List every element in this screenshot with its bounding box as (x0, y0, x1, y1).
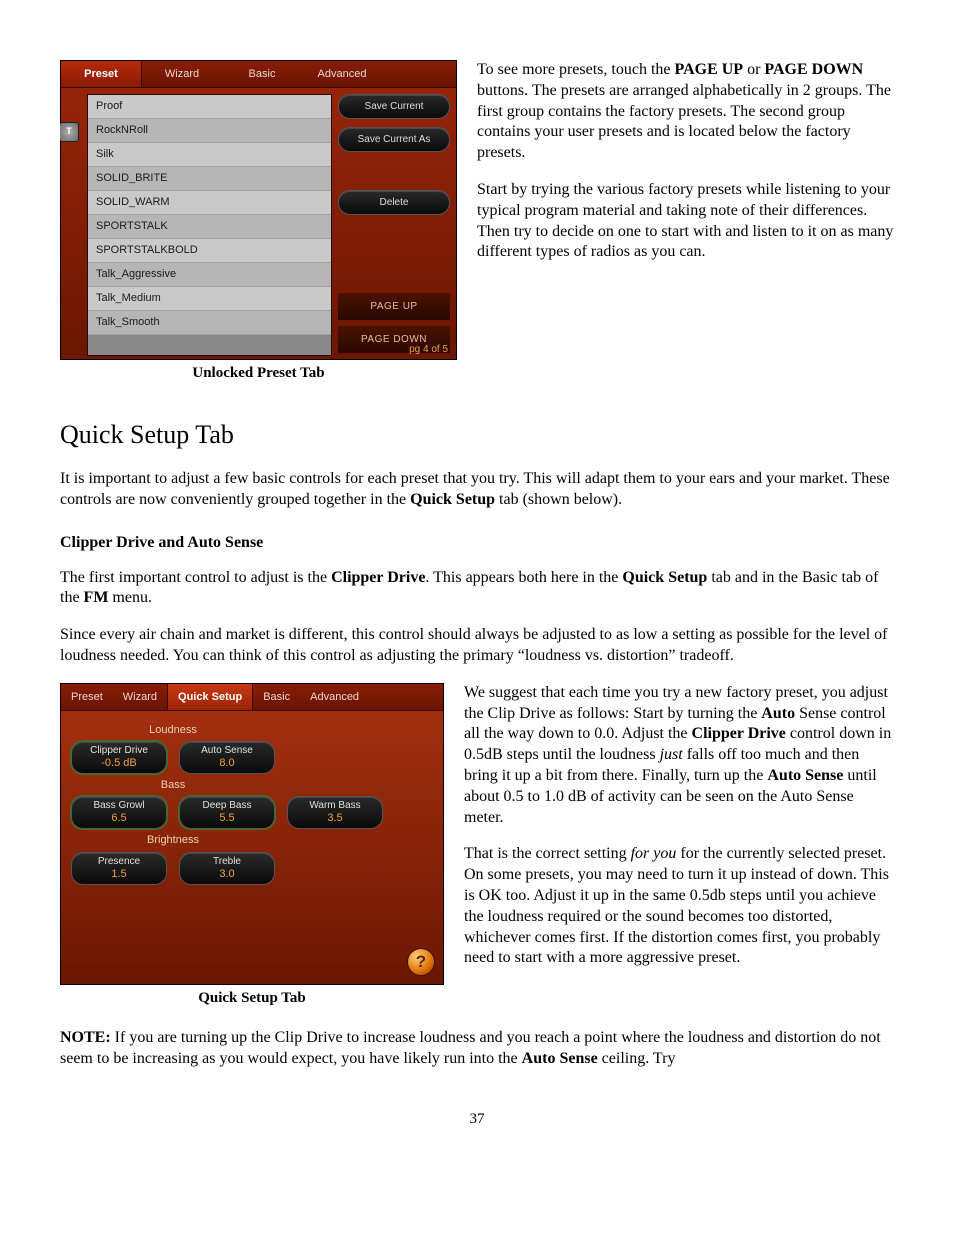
control-value: 8.0 (180, 757, 274, 770)
warm-bass-control[interactable]: Warm Bass 3.5 (287, 796, 383, 829)
page-indicator: pg 4 of 5 (409, 343, 448, 356)
preset-row[interactable]: SOLID_WARM (88, 191, 331, 215)
control-label: Treble (180, 856, 274, 868)
text-bold: Clipper Drive (692, 725, 786, 742)
quick-setup-screenshot-caption: Quick Setup Tab (60, 989, 444, 1009)
preset-tab-screenshot: Preset Wizard Basic Advanced T Proof Roc… (60, 60, 457, 360)
text: The first important control to adjust is… (60, 569, 331, 586)
tab-preset[interactable]: Preset (61, 684, 113, 710)
heading-quick-setup: Quick Setup Tab (60, 418, 894, 452)
preset-row[interactable]: RockNRoll (88, 119, 331, 143)
group-label-brightness: Brightness (71, 833, 275, 847)
control-label: Warm Bass (288, 800, 382, 812)
text: for the currently selected preset. On so… (464, 845, 889, 966)
quick-setup-screenshot-figure: Preset Wizard Quick Setup Basic Advanced… (60, 683, 444, 1009)
text-italic: just (660, 746, 683, 763)
clipper-drive-control[interactable]: Clipper Drive -0.5 dB (71, 741, 167, 774)
preset-row[interactable]: Talk_Aggressive (88, 263, 331, 287)
auto-sense-control[interactable]: Auto Sense 8.0 (179, 741, 275, 774)
group-label-bass: Bass (71, 778, 275, 792)
tab-wizard[interactable]: Wizard (142, 61, 222, 87)
quick-setup-tab-screenshot: Preset Wizard Quick Setup Basic Advanced… (60, 683, 444, 985)
text: . This appears both here in the (425, 569, 622, 586)
preset-row[interactable]: Talk_Medium (88, 287, 331, 311)
preset-row[interactable]: Talk_Smooth (88, 311, 331, 335)
control-value: -0.5 dB (72, 757, 166, 770)
text: ceiling. Try (598, 1050, 676, 1067)
presence-control[interactable]: Presence 1.5 (71, 852, 167, 885)
control-value: 5.5 (180, 812, 274, 825)
text-bold: Quick Setup (622, 569, 707, 586)
tab-quick-setup[interactable]: Quick Setup (167, 684, 253, 710)
text-bold: Auto Sense (522, 1050, 598, 1067)
preset-row[interactable]: Silk (88, 143, 331, 167)
text: or (743, 61, 764, 78)
subheading-clipper: Clipper Drive and Auto Sense (60, 533, 894, 554)
tab-basic[interactable]: Basic (253, 684, 300, 710)
text-bold: PAGE DOWN (764, 61, 863, 78)
note-paragraph: NOTE: If you are turning up the Clip Dri… (60, 1028, 894, 1070)
text-italic: for you (631, 845, 677, 862)
text-bold: Auto (761, 705, 795, 722)
text-bold: Clipper Drive (331, 569, 425, 586)
control-label: Auto Sense (180, 745, 274, 757)
group-label-loudness: Loudness (71, 723, 275, 737)
control-label: Clipper Drive (72, 745, 166, 757)
body-paragraph: It is important to adjust a few basic co… (60, 469, 894, 511)
text-bold: Auto Sense (767, 767, 843, 784)
preset-row[interactable]: SPORTSTALK (88, 215, 331, 239)
tab-advanced[interactable]: Advanced (302, 61, 382, 87)
text-bold: FM (84, 589, 109, 606)
tab-basic[interactable]: Basic (222, 61, 302, 87)
control-value: 6.5 (72, 812, 166, 825)
unlock-toggle[interactable]: T (60, 122, 81, 142)
text: menu. (108, 589, 152, 606)
deep-bass-control[interactable]: Deep Bass 5.5 (179, 796, 275, 829)
treble-control[interactable]: Treble 3.0 (179, 852, 275, 885)
control-label: Deep Bass (180, 800, 274, 812)
control-value: 3.5 (288, 812, 382, 825)
question-mark-icon: ? (416, 951, 426, 973)
control-label: Bass Growl (72, 800, 166, 812)
note-label: NOTE: (60, 1029, 111, 1046)
delete-button[interactable]: Delete (338, 190, 450, 215)
preset-list[interactable]: Proof RockNRoll Silk SOLID_BRITE SOLID_W… (87, 94, 332, 356)
save-current-button[interactable]: Save Current (338, 94, 450, 119)
text-bold: PAGE UP (674, 61, 743, 78)
preset-row[interactable]: Proof (88, 95, 331, 119)
preset-row[interactable]: SPORTSTALKBOLD (88, 239, 331, 263)
control-value: 1.5 (72, 868, 166, 881)
text: buttons. The presets are arranged alphab… (477, 82, 891, 161)
control-value: 3.0 (180, 868, 274, 881)
page-number: 37 (60, 1110, 894, 1130)
help-button[interactable]: ? (407, 948, 435, 976)
preset-row[interactable]: SOLID_BRITE (88, 167, 331, 191)
unlock-icon: T (60, 122, 79, 142)
preset-screenshot-caption: Unlocked Preset Tab (60, 364, 457, 384)
bass-growl-control[interactable]: Bass Growl 6.5 (71, 796, 167, 829)
text: tab (shown below). (495, 491, 622, 508)
text: If you are turning up the Clip Drive to … (60, 1029, 881, 1067)
text: To see more presets, touch the (477, 61, 674, 78)
tab-wizard[interactable]: Wizard (113, 684, 167, 710)
tab-advanced[interactable]: Advanced (300, 684, 369, 710)
save-current-as-button[interactable]: Save Current As (338, 127, 450, 152)
body-paragraph: Since every air chain and market is diff… (60, 625, 894, 667)
body-paragraph: The first important control to adjust is… (60, 568, 894, 610)
text-bold: Quick Setup (410, 491, 495, 508)
tab-preset[interactable]: Preset (61, 61, 142, 87)
text: That is the correct setting (464, 845, 631, 862)
preset-screenshot-figure: Preset Wizard Basic Advanced T Proof Roc… (60, 60, 457, 384)
page-up-button[interactable]: PAGE UP (338, 293, 450, 320)
control-label: Presence (72, 856, 166, 868)
